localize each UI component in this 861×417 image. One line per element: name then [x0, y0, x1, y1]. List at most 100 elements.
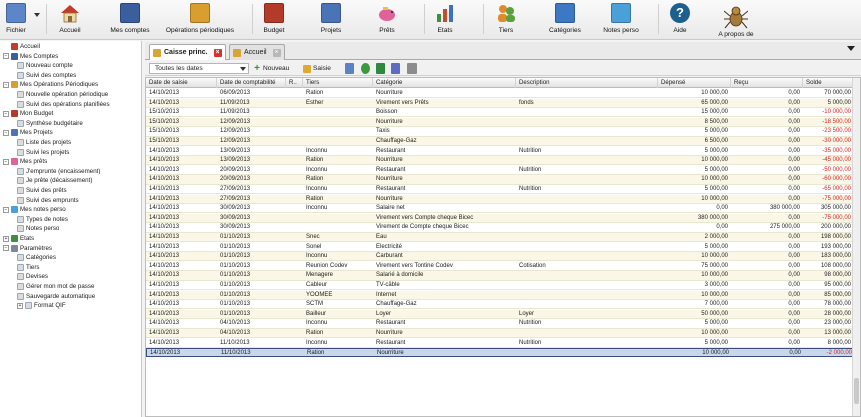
close-tab-icon[interactable]: × [213, 48, 222, 57]
fichier-button[interactable]: Fichier [1, 1, 31, 39]
column-header[interactable]: Solde [803, 78, 854, 88]
expand-icon[interactable]: + [17, 302, 23, 309]
table-row[interactable]: 14/10/2013 01/10/2013 YOOMEE Internet 10 000… [146, 290, 860, 300]
column-header[interactable]: Dépensé [658, 78, 731, 88]
tree-item[interactable]: Suivi des opérations planifiées [17, 100, 110, 109]
window-icon[interactable] [345, 63, 354, 74]
tab-menu-arrow-icon[interactable] [847, 46, 855, 51]
table-row[interactable]: 14/10/2013 20/09/2013 Inconnu Restaurant Nut… [146, 165, 860, 175]
column-header[interactable]: Catégorie [373, 78, 516, 88]
etats-button[interactable]: Etats [430, 1, 460, 39]
table-row[interactable]: 14/10/2013 13/09/2013 Ration Nourriture 10 0… [146, 156, 860, 166]
tree-item[interactable]: Suivi des prêts [17, 186, 67, 195]
column-header[interactable]: Date de saisie [146, 78, 217, 88]
tree-item[interactable]: + Etats [3, 234, 34, 243]
tree-item[interactable]: Notes perso [17, 224, 59, 233]
tree-item[interactable]: − Mes prêts [3, 157, 47, 166]
word-export-icon[interactable] [391, 63, 400, 74]
close-tab-icon[interactable]: × [272, 48, 281, 57]
tree-item[interactable]: Suivi des emprunts [17, 196, 79, 205]
table-row[interactable]: 15/10/2013 11/09/2013 Boisson 15 000,00 0,00… [146, 108, 860, 118]
projets-button[interactable]: Projets [316, 1, 346, 39]
column-header[interactable]: R.. [286, 78, 303, 88]
tree-item[interactable]: Suivi les projets [17, 148, 69, 157]
tree-item[interactable]: Synthèse budgétaire [17, 119, 83, 128]
table-row[interactable]: 14/10/2013 30/09/2013 Inconnu Salaire net 0,… [146, 204, 860, 214]
tree-item[interactable]: Gérer mon mot de passe [17, 282, 94, 291]
table-row[interactable]: 14/10/2013 30/09/2013 Virement vers Compte… [146, 213, 860, 223]
collapse-icon[interactable]: − [3, 110, 9, 117]
operations-periodiques-button[interactable]: Opérations périodiques [160, 1, 240, 39]
aide-button[interactable]: ? Aide [665, 1, 695, 39]
expand-icon[interactable]: + [3, 235, 9, 242]
tree-item[interactable]: Je prête (décaissement) [17, 176, 92, 185]
excel-export-icon[interactable] [376, 63, 385, 74]
table-row[interactable]: 14/10/2013 01/10/2013 SCTM Chauffage-Gaz 7 0… [146, 300, 860, 310]
tree-item[interactable]: Catégories [17, 253, 56, 262]
mes-comptes-button[interactable]: Mes comptes [104, 1, 156, 39]
tree-item[interactable]: Suivi des comptes [17, 71, 76, 80]
prets-button[interactable]: Prêts [372, 1, 402, 39]
table-row[interactable]: 14/10/2013 01/10/2013 Snec Eau 2 000,00 0,00 1… [146, 233, 860, 243]
tree-item[interactable]: Tiers [17, 263, 40, 272]
tab-caisse-principale[interactable]: Caisse princ. × [149, 44, 226, 60]
collapse-icon[interactable]: − [3, 206, 9, 213]
table-row[interactable]: 14/10/2013 01/10/2013 Menagere Salarié à do… [146, 271, 860, 281]
tree-item[interactable]: J'emprunte (encaissement) [17, 167, 100, 176]
tree-item[interactable]: − Mes Opérations Périodiques [3, 80, 98, 89]
tab-accueil[interactable]: Accueil × [229, 44, 285, 60]
tree-item[interactable]: − Mon Budget [3, 109, 53, 118]
collapse-icon[interactable]: − [3, 245, 9, 252]
table-row[interactable]: 14/10/2013 01/10/2013 Reunion Codev Viremen… [146, 261, 860, 271]
collapse-icon[interactable]: − [3, 158, 9, 165]
table-row[interactable]: 14/10/2013 27/09/2013 Ration Nourriture 10 0… [146, 194, 860, 204]
table-row[interactable]: 14/10/2013 01/10/2013 Sonel Electricité 5 00… [146, 242, 860, 252]
table-row[interactable]: 14/10/2013 11/10/2013 Ration Nourriture 10 0… [146, 348, 860, 358]
collapse-icon[interactable]: − [3, 81, 9, 88]
tree-item[interactable]: − Paramètres [3, 244, 52, 253]
print-icon[interactable] [407, 63, 417, 74]
tree-item[interactable]: Types de notes [17, 215, 68, 224]
column-header[interactable]: Tiers [303, 78, 373, 88]
fichier-dropdown-icon[interactable] [34, 13, 40, 17]
collapse-icon[interactable]: − [3, 129, 9, 136]
tree-item[interactable]: − Mes Comptes [3, 52, 58, 61]
tree-item[interactable]: Accueil [11, 42, 40, 51]
accueil-button[interactable]: Accueil [55, 1, 85, 39]
table-row[interactable]: 15/10/2013 12/09/2013 Chauffage-Gaz 6 500,0… [146, 137, 860, 147]
table-row[interactable]: 15/10/2013 12/09/2013 Nourriture 8 500,00 0,… [146, 117, 860, 127]
table-row[interactable]: 15/10/2013 12/09/2013 Taxis 5 000,00 0,00 -23… [146, 127, 860, 137]
table-row[interactable]: 14/10/2013 04/10/2013 Inconnu Restaurant Nut… [146, 319, 860, 329]
budget-button[interactable]: Budget [258, 1, 290, 39]
table-row[interactable]: 14/10/2013 27/09/2013 Inconnu Restaurant Nut… [146, 185, 860, 195]
table-row[interactable]: 14/10/2013 04/10/2013 Ration Nourriture 10 0… [146, 329, 860, 339]
notes-perso-button[interactable]: Notes perso [599, 1, 643, 39]
tree-item[interactable]: Liste des projets [17, 138, 71, 147]
table-row[interactable]: 14/10/2013 11/10/2013 Inconnu Restaurant Nut… [146, 338, 860, 348]
date-filter-select[interactable]: Toutes les dates [149, 63, 249, 74]
refresh-icon[interactable] [361, 63, 370, 74]
table-row[interactable]: 14/10/2013 11/09/2013 Esther Virement vers … [146, 98, 860, 108]
new-button[interactable]: + Nouveau [253, 63, 289, 74]
tree-item[interactable]: + Format QIF [17, 301, 66, 310]
table-row[interactable]: 14/10/2013 06/09/2013 Ration Nourriture 10 0… [146, 89, 860, 99]
tree-item[interactable]: Devises [17, 272, 48, 281]
column-header[interactable]: Reçu [731, 78, 803, 88]
table-row[interactable]: 14/10/2013 01/10/2013 Cableur TV-câble 3 000… [146, 281, 860, 291]
a-propos-button[interactable]: A propos de [714, 1, 758, 39]
vertical-scrollbar[interactable] [852, 78, 860, 416]
tiers-button[interactable]: Tiers [490, 1, 522, 39]
tree-item[interactable]: − Mes Projets [3, 128, 53, 137]
table-row[interactable]: 14/10/2013 01/10/2013 Inconnu Carburant 10 0… [146, 252, 860, 262]
column-header[interactable]: Description [516, 78, 658, 88]
categories-button[interactable]: Catégories [544, 1, 586, 39]
tree-item[interactable]: Nouveau compte [17, 61, 73, 70]
collapse-icon[interactable]: − [3, 53, 9, 60]
table-row[interactable]: 14/10/2013 30/09/2013 Virement de Compte c… [146, 223, 860, 233]
table-row[interactable]: 14/10/2013 13/09/2013 Inconnu Restaurant Nut… [146, 146, 860, 156]
tree-item[interactable]: Sauvegarde automatique [17, 292, 95, 301]
table-row[interactable]: 14/10/2013 01/10/2013 Bailleur Loyer Loyer 50… [146, 309, 860, 319]
scrollbar-thumb[interactable] [854, 378, 859, 404]
column-header[interactable]: Date de comptabilité [217, 78, 286, 88]
tree-item[interactable]: Nouvelle opération périodique [17, 90, 108, 99]
